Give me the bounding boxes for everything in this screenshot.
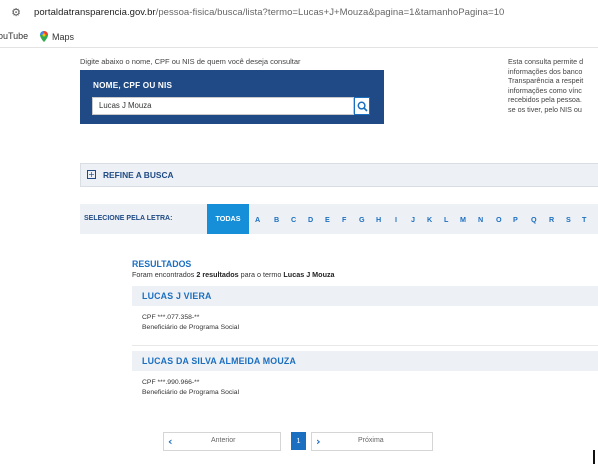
result-cpf: CPF ***.077.358-** <box>142 314 200 321</box>
letter-filter-item[interactable]: P <box>513 215 518 224</box>
result-type: Beneficiário de Programa Social <box>142 324 240 331</box>
url-path: /pessoa-fisica/busca/lista?termo=Lucas+J… <box>155 7 505 18</box>
letter-filter-item[interactable]: H <box>376 215 381 224</box>
url-host: portaldatransparencia.gov.br <box>34 7 156 18</box>
bookmarks-bar: ouTube Maps <box>0 26 598 48</box>
refine-search-toggle[interactable]: + REFINE A BUSCA <box>80 163 598 187</box>
letter-filter-item[interactable]: K <box>427 215 432 224</box>
next-page-label: Próxima <box>358 437 384 444</box>
result-card: LUCAS DA SILVA ALMEIDA MOUZA CPF ***.990… <box>132 351 598 407</box>
refine-label: REFINE A BUSCA <box>103 170 174 180</box>
letter-filter-item[interactable]: M <box>460 215 466 224</box>
letter-filter-item[interactable]: E <box>325 215 330 224</box>
side-note-line: se os tiver, pelo NIS ou <box>508 104 582 114</box>
letter-filter-item[interactable]: F <box>342 215 346 224</box>
side-note: Esta consulta permite d informações dos … <box>508 57 598 115</box>
result-card: LUCAS J VIERA CPF ***.077.358-** Benefic… <box>132 286 598 344</box>
result-name-link[interactable]: LUCAS J VIERA <box>132 286 598 306</box>
letter-filter-item[interactable]: R <box>549 215 554 224</box>
bookmark-maps-label: Maps <box>52 31 75 42</box>
results-count-term: Lucas J Mouza <box>283 270 335 279</box>
letter-filter-item[interactable]: J <box>411 215 415 224</box>
letter-filter-item[interactable]: Q <box>531 215 537 224</box>
previous-page-label: Anterior <box>211 437 236 444</box>
result-cpf: CPF ***.990.966-** <box>142 379 200 386</box>
results-count-prefix: Foram encontrados <box>132 270 197 279</box>
chevron-right-icon: › <box>316 435 321 448</box>
side-note-line: Esta consulta permite d <box>508 57 584 66</box>
search-intro: Digite abaixo o nome, CPF ou NIS de quem… <box>80 57 301 66</box>
result-type: Beneficiário de Programa Social <box>142 389 240 396</box>
side-note-line: informações como vínc <box>508 85 582 95</box>
result-name-link[interactable]: LUCAS DA SILVA ALMEIDA MOUZA <box>132 351 598 371</box>
text-cursor <box>593 450 595 464</box>
letter-filter-item[interactable]: N <box>478 215 483 224</box>
search-input[interactable]: Lucas J Mouza <box>92 97 354 115</box>
side-note-line: recebidos pela pessoa. <box>508 95 582 105</box>
current-page-number[interactable]: 1 <box>291 432 306 450</box>
next-page-button[interactable]: › Próxima <box>311 432 433 451</box>
letter-filter-all[interactable]: TODAS <box>207 204 249 234</box>
letter-filter-item[interactable]: B <box>274 215 279 224</box>
url-text[interactable]: portaldatransparencia.gov.br/pessoa-fisi… <box>34 7 504 18</box>
search-icon <box>357 101 368 112</box>
result-divider <box>132 345 598 346</box>
letter-filter-item[interactable]: S <box>566 215 571 224</box>
site-settings-icon[interactable]: ⚙ <box>9 6 23 20</box>
search-panel: NOME, CPF OU NIS Lucas J Mouza <box>80 70 384 124</box>
search-label: NOME, CPF OU NIS <box>93 81 173 90</box>
address-bar[interactable]: ⚙ portaldatransparencia.gov.br/pessoa-fi… <box>0 0 598 26</box>
expand-plus-icon: + <box>87 170 96 179</box>
results-count-middle: para o termo <box>238 270 284 279</box>
letter-filter-item[interactable]: L <box>444 215 448 224</box>
chevron-left-icon: ‹ <box>168 435 173 448</box>
results-count: Foram encontrados 2 resultados para o te… <box>132 270 335 279</box>
letter-filter-item[interactable]: T <box>582 215 586 224</box>
letter-filter-bar: SELECIONE PELA LETRA: TODAS A B C D E F … <box>80 204 598 234</box>
search-button[interactable] <box>354 97 370 115</box>
letter-filter-item[interactable]: A <box>255 215 260 224</box>
letter-filter-item[interactable]: G <box>359 215 365 224</box>
letter-filter-item[interactable]: O <box>496 215 502 224</box>
letter-filter-item[interactable]: I <box>395 215 397 224</box>
previous-page-button[interactable]: ‹ Anterior <box>163 432 281 451</box>
results-count-value: 2 resultados <box>196 270 239 279</box>
letter-filter-item[interactable]: D <box>308 215 313 224</box>
letter-filter-label: SELECIONE PELA LETRA: <box>84 215 173 222</box>
maps-pin-icon <box>40 31 48 42</box>
results-title: RESULTADOS <box>132 259 192 269</box>
letter-filter-item[interactable]: C <box>291 215 296 224</box>
side-note-line: Transparência a respeit <box>508 76 584 86</box>
bookmark-maps[interactable]: Maps <box>40 31 74 42</box>
bookmark-youtube[interactable]: ouTube <box>0 31 28 41</box>
side-note-line: informações dos banco <box>508 66 583 76</box>
